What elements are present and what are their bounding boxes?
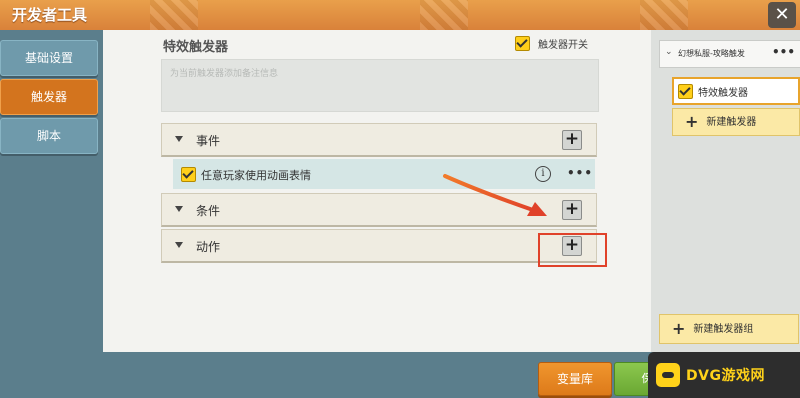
- chevron-down-icon[interactable]: ⌄: [665, 47, 673, 57]
- section-event[interactable]: 事件 +: [161, 123, 597, 157]
- checkbox-checked-icon[interactable]: [678, 84, 693, 99]
- caret-down-icon[interactable]: [175, 206, 183, 212]
- section-condition-label: 条件: [196, 204, 221, 218]
- plus-icon: +: [685, 112, 699, 131]
- new-trigger-button[interactable]: + 新建触发器: [672, 108, 800, 136]
- new-trigger-label: 新建触发器: [706, 117, 757, 128]
- trigger-enable-toggle[interactable]: 触发器开关: [515, 36, 588, 51]
- trigger-name[interactable]: 特效触发器: [163, 36, 228, 55]
- section-action-label: 动作: [196, 240, 221, 254]
- variable-library-button[interactable]: 变量库: [538, 362, 612, 396]
- description-placeholder: 为当前触发器添加备注信息: [170, 69, 279, 79]
- new-trigger-group-button[interactable]: + 新建触发器组: [659, 314, 799, 344]
- trigger-list-item-label: 特效触发器: [698, 88, 748, 99]
- title-bar-pattern: [150, 0, 198, 30]
- caret-down-icon[interactable]: [175, 136, 183, 142]
- event-item-label: 任意玩家使用动画表情: [201, 169, 311, 182]
- plus-icon: +: [672, 319, 686, 338]
- close-button[interactable]: ✕: [768, 2, 796, 28]
- checkbox-checked-icon[interactable]: [181, 167, 196, 182]
- trigger-enable-label: 触发器开关: [538, 40, 588, 51]
- trigger-group-name: 幻想私服-攻略触发: [678, 49, 745, 58]
- add-event-button[interactable]: +: [562, 130, 582, 150]
- more-options-icon[interactable]: •••: [772, 45, 795, 59]
- add-condition-button[interactable]: +: [562, 200, 582, 220]
- section-event-label: 事件: [196, 134, 221, 148]
- trigger-list-panel: ⌄ 幻想私服-攻略触发 ••• 特效触发器 + 新建触发器 + 新建触发器组: [651, 30, 800, 352]
- highlight-annotation-box: [538, 233, 607, 267]
- watermark-text: DVG游戏网: [686, 368, 765, 384]
- close-icon: ✕: [774, 4, 790, 25]
- trigger-group-header[interactable]: ⌄ 幻想私服-攻略触发 •••: [659, 40, 800, 68]
- trigger-list-item[interactable]: 特效触发器: [672, 77, 800, 105]
- title-bar-pattern: [640, 0, 688, 30]
- title-bar: 开发者工具 ✕: [0, 0, 800, 30]
- gamepad-logo-icon: [656, 363, 680, 387]
- site-watermark: DVG游戏网: [648, 352, 800, 398]
- trigger-editor-panel: 特效触发器 触发器开关 为当前触发器添加备注信息 事件 + 任意玩家使用动画表情…: [103, 30, 651, 352]
- more-options-icon[interactable]: •••: [567, 166, 593, 180]
- window-title: 开发者工具: [12, 6, 88, 24]
- nav-item-triggers[interactable]: 触发器: [0, 79, 98, 115]
- nav-item-basic-settings[interactable]: 基础设置: [0, 40, 98, 76]
- caret-down-icon[interactable]: [175, 242, 183, 248]
- new-trigger-group-label: 新建触发器组: [693, 324, 754, 335]
- section-action[interactable]: 动作 +: [161, 229, 597, 263]
- checkbox-checked-icon[interactable]: [515, 36, 530, 51]
- description-input[interactable]: 为当前触发器添加备注信息: [161, 59, 599, 112]
- title-bar-pattern: [420, 0, 468, 30]
- nav-item-scripts[interactable]: 脚本: [0, 118, 98, 154]
- annotation-arrow-icon: [443, 174, 547, 216]
